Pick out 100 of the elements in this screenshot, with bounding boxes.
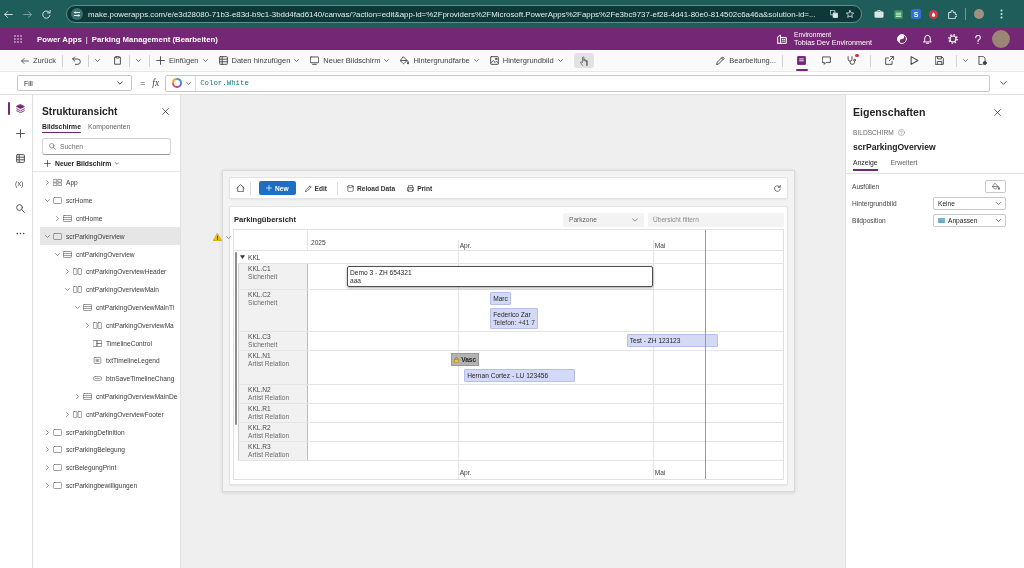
horizontal-container-icon bbox=[73, 286, 82, 294]
search-icon bbox=[16, 204, 25, 213]
chevron-right-icon[interactable] bbox=[86, 322, 89, 328]
back-icon[interactable] bbox=[4, 10, 13, 18]
stethoscope-icon bbox=[847, 56, 856, 65]
chevron-right-icon[interactable] bbox=[46, 482, 49, 488]
notification-dot-icon bbox=[855, 53, 859, 57]
avatar-placeholder[interactable] bbox=[974, 9, 984, 19]
chevron-right-icon[interactable] bbox=[46, 180, 49, 186]
panel-icon bbox=[797, 56, 806, 65]
yin-yang-icon[interactable] bbox=[897, 34, 907, 44]
chevron-down-icon bbox=[996, 202, 1001, 205]
toolbar-button[interactable] bbox=[573, 53, 594, 68]
chevron-button[interactable] bbox=[92, 59, 102, 62]
control-name: scrParkingOverview bbox=[853, 142, 937, 152]
chevron-down-icon[interactable] bbox=[226, 235, 231, 239]
forward-icon[interactable] bbox=[23, 10, 32, 18]
horizontal-container-icon bbox=[93, 321, 102, 329]
chevron-right-icon[interactable] bbox=[66, 411, 69, 417]
chevron-down-icon bbox=[202, 59, 208, 62]
document-icon bbox=[978, 56, 987, 65]
text-label-icon bbox=[93, 357, 102, 365]
chevron-down-icon bbox=[294, 59, 300, 62]
pencil-icon bbox=[304, 184, 312, 192]
expand-triangle-icon[interactable] bbox=[240, 255, 245, 259]
chevron-down-icon[interactable] bbox=[65, 288, 70, 292]
settings-icon[interactable] bbox=[948, 34, 958, 44]
comment-icon bbox=[822, 56, 831, 65]
home-icon[interactable] bbox=[236, 184, 245, 192]
plus-icon bbox=[16, 129, 25, 138]
bell-icon[interactable] bbox=[923, 34, 932, 44]
chevron-down-icon bbox=[135, 59, 141, 62]
horizontal-container-icon bbox=[73, 268, 82, 276]
chevron-down-icon[interactable] bbox=[55, 252, 60, 256]
undo-icon bbox=[71, 56, 81, 65]
table-icon bbox=[218, 56, 228, 65]
star-icon[interactable] bbox=[846, 10, 854, 18]
play-icon bbox=[910, 56, 919, 65]
sheet-icon[interactable] bbox=[894, 9, 903, 19]
building-icon[interactable] bbox=[777, 34, 788, 44]
chevron-right-icon[interactable] bbox=[46, 465, 49, 471]
chevron-right-icon[interactable] bbox=[46, 429, 49, 435]
app-grid-icon bbox=[53, 179, 62, 187]
chevron-down-icon[interactable] bbox=[186, 81, 192, 85]
chevron-button[interactable] bbox=[133, 59, 143, 62]
panel-title: Strukturansicht bbox=[42, 105, 118, 117]
vertical-container-icon bbox=[83, 303, 92, 311]
panel-title: Eigenschaften bbox=[853, 106, 927, 118]
close-icon[interactable] bbox=[162, 107, 169, 115]
back-arrow-icon bbox=[21, 57, 29, 64]
squares-icon[interactable] bbox=[830, 10, 838, 18]
reload-icon[interactable] bbox=[42, 9, 51, 19]
chevron-down-icon bbox=[996, 219, 1001, 222]
fx-label: fx bbox=[152, 78, 160, 88]
share-icon bbox=[885, 56, 894, 65]
sliders-icon[interactable] bbox=[71, 8, 83, 20]
image-icon bbox=[489, 56, 499, 65]
chevron-down-icon[interactable] bbox=[45, 234, 50, 238]
ring-icon[interactable] bbox=[172, 78, 183, 88]
menu-icon[interactable] bbox=[1000, 9, 1003, 19]
monitor-icon bbox=[310, 56, 320, 65]
chevron-down-icon bbox=[557, 59, 563, 62]
app-launcher-icon[interactable] bbox=[14, 35, 22, 43]
vertical-container-icon bbox=[63, 250, 72, 258]
layers-icon bbox=[16, 104, 25, 113]
chevron-down-icon bbox=[384, 59, 390, 62]
chevron-right-icon[interactable] bbox=[66, 269, 69, 275]
expand-chevron-icon[interactable] bbox=[1000, 81, 1007, 85]
chevron-right-icon[interactable] bbox=[46, 447, 49, 453]
clipboard-icon bbox=[112, 56, 122, 65]
image-icon bbox=[938, 218, 945, 223]
vertical-container-icon bbox=[63, 215, 72, 222]
hand-cursor-icon bbox=[579, 55, 588, 66]
component-icon bbox=[93, 339, 102, 347]
refresh-icon[interactable] bbox=[774, 184, 781, 192]
paint-bucket-icon bbox=[991, 183, 1000, 190]
more-icon bbox=[16, 232, 25, 235]
screen-icon bbox=[53, 197, 62, 205]
chevron-down-icon[interactable] bbox=[45, 199, 50, 203]
scrollbar-thumb[interactable] bbox=[235, 252, 237, 426]
chevron-down-icon bbox=[94, 59, 100, 62]
puzzle-icon[interactable] bbox=[948, 9, 957, 19]
chevron-right-icon[interactable] bbox=[76, 393, 79, 399]
briefcase-icon[interactable] bbox=[874, 10, 884, 18]
screen-icon bbox=[53, 232, 62, 240]
chevron-down-icon[interactable] bbox=[75, 305, 80, 309]
chevron-right-icon[interactable] bbox=[56, 216, 59, 221]
chevron-button[interactable] bbox=[961, 59, 970, 62]
chevron-down-icon bbox=[632, 217, 638, 222]
printer-icon bbox=[407, 184, 415, 192]
save-icon bbox=[935, 56, 944, 65]
drop-icon[interactable] bbox=[929, 9, 938, 19]
chevron-down-icon bbox=[117, 81, 123, 85]
database-icon bbox=[347, 184, 355, 192]
fill-button[interactable] bbox=[985, 180, 1006, 193]
chevron-down-icon bbox=[473, 59, 479, 62]
chevron-down-icon bbox=[963, 59, 968, 62]
search-icon bbox=[49, 143, 56, 150]
pencil-icon bbox=[716, 56, 726, 65]
close-icon[interactable] bbox=[994, 108, 1001, 116]
